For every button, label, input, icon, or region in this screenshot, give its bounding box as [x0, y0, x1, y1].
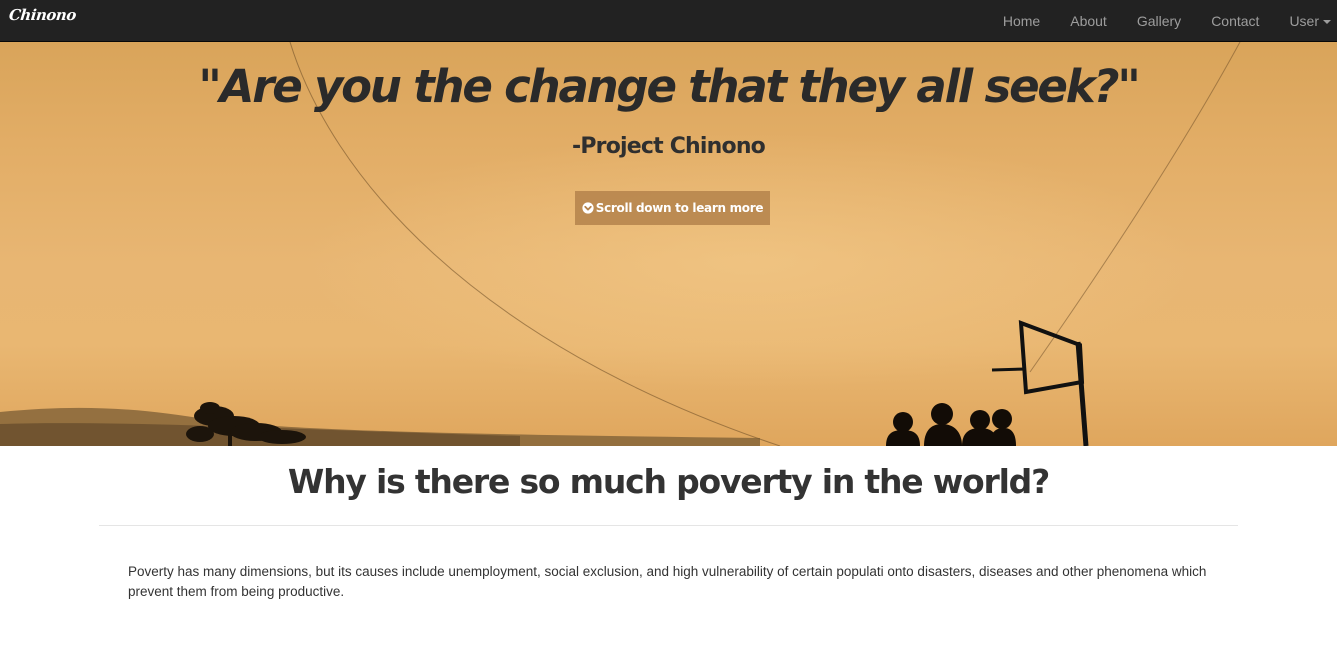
section-title: Why is there so much poverty in the worl… — [287, 462, 1050, 501]
nav-link-about[interactable]: About — [1055, 5, 1122, 37]
brand-logo[interactable]: Chinono — [8, 6, 77, 24]
hero-quote: "Are you the change that they all seek?" — [198, 60, 1140, 113]
scroll-down-label: Scroll down to learn more — [595, 201, 764, 215]
caret-down-icon — [1323, 20, 1331, 25]
section-divider — [99, 525, 1238, 526]
children-silhouettes — [886, 403, 1016, 446]
section-body-text: Poverty has many dimensions, but its cau… — [128, 564, 1207, 599]
nav-link-home[interactable]: Home — [988, 5, 1055, 37]
hero-banner: "Are you the change that they all seek?"… — [0, 42, 1337, 446]
nav-link-user-dropdown[interactable]: User — [1274, 5, 1337, 37]
scroll-down-button[interactable]: Scroll down to learn more — [575, 191, 770, 225]
navbar: Chinono Home About Gallery Contact User — [0, 0, 1337, 42]
nav-link-user-label: User — [1289, 13, 1319, 29]
chevron-circle-down-icon — [582, 202, 594, 214]
nav-link-gallery[interactable]: Gallery — [1122, 5, 1196, 37]
nav-link-contact[interactable]: Contact — [1196, 5, 1274, 37]
hero-attribution: -Project Chinono — [572, 134, 766, 159]
tree-silhouette — [186, 402, 306, 446]
nav-links: Home About Gallery Contact User — [988, 0, 1337, 42]
